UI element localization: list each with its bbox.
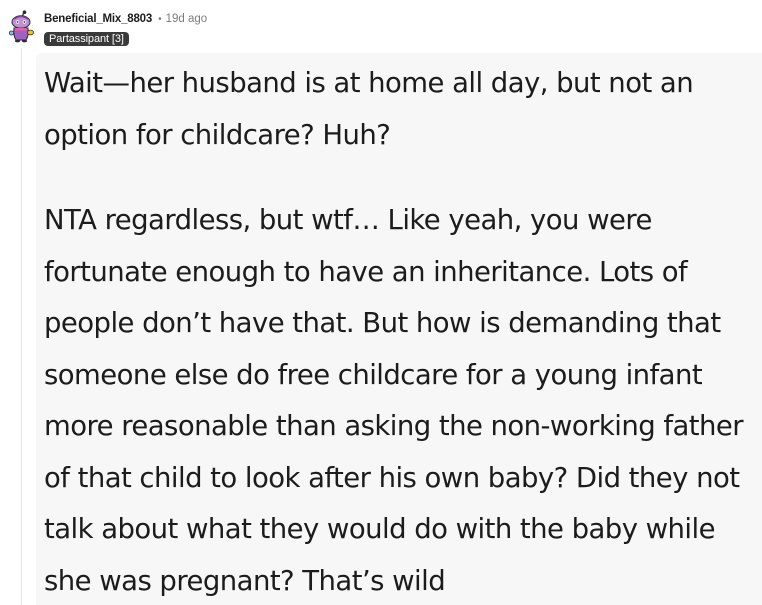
meta-separator: •: [158, 13, 162, 25]
thread-line[interactable]: [21, 48, 22, 605]
comment-paragraph: NTA regardless, but wtf… Like yeah, you …: [44, 204, 744, 597]
user-avatar-icon[interactable]: [5, 10, 39, 44]
author-username[interactable]: Beneficial_Mix_8803: [44, 13, 152, 25]
comment-header: Beneficial_Mix_8803 • 19d ago Partassipa…: [5, 8, 405, 52]
comment-paragraph: Wait—her husband is at home all day, but…: [44, 67, 694, 151]
comment-timestamp[interactable]: 19d ago: [166, 13, 208, 25]
comment-body: Wait—her husband is at home all day, but…: [36, 53, 762, 605]
comment-meta: Beneficial_Mix_8803 • 19d ago: [44, 13, 207, 25]
user-flair-badge: Partassipant [3]: [44, 32, 129, 46]
